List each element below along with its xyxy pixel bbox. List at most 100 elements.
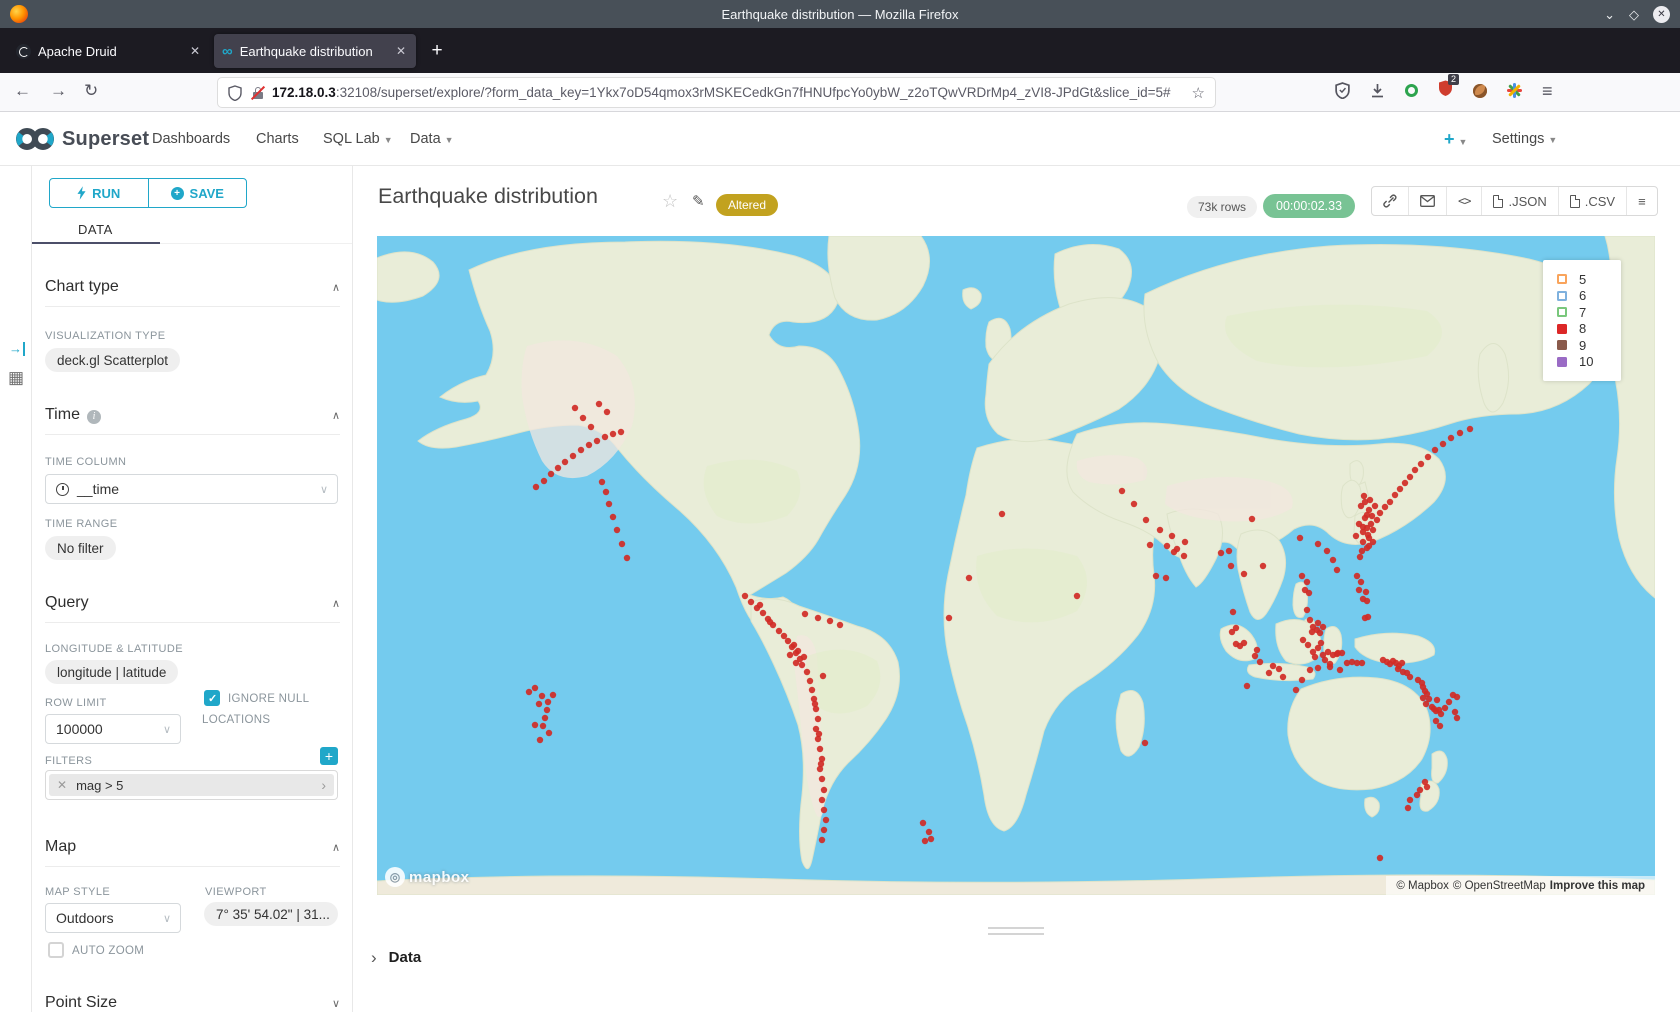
- tab-close-icon[interactable]: ✕: [394, 44, 408, 58]
- osm-attribution-link[interactable]: © OpenStreetMap: [1453, 880, 1546, 892]
- add-new-button[interactable]: +▼: [1444, 112, 1467, 166]
- collapse-panel-icon[interactable]: →: [9, 342, 25, 356]
- view-query-button[interactable]: <>: [1447, 187, 1482, 215]
- world-map: [377, 236, 1655, 895]
- legend-swatch: [1557, 291, 1567, 301]
- row-limit-select[interactable]: 100000 ∨: [45, 714, 181, 744]
- section-time[interactable]: Timei ∧: [45, 406, 340, 424]
- tab-earthquake-distribution[interactable]: ∞ Earthquake distribution ✕: [214, 34, 416, 68]
- time-column-label: TIME COLUMN: [45, 456, 126, 468]
- link-icon: [1383, 194, 1397, 208]
- legend-label: 5: [1579, 272, 1586, 287]
- auto-zoom-checkbox[interactable]: [48, 942, 64, 958]
- improve-map-link[interactable]: Improve this map: [1550, 880, 1645, 892]
- time-column-select[interactable]: __time ∨: [45, 474, 338, 504]
- file-icon: [1493, 195, 1503, 208]
- export-csv-button[interactable]: .CSV: [1559, 187, 1627, 215]
- nav-item-dashboards[interactable]: Dashboards: [152, 112, 230, 166]
- altered-badge[interactable]: Altered: [716, 194, 778, 216]
- mapbox-attribution-link[interactable]: © Mapbox: [1396, 880, 1449, 892]
- email-button[interactable]: [1409, 187, 1447, 215]
- map-style-select[interactable]: Outdoors ∨: [45, 903, 181, 933]
- clock-icon: [56, 483, 69, 496]
- ublock-icon[interactable]: 2: [1438, 80, 1453, 101]
- close-icon[interactable]: ✕: [1653, 6, 1670, 23]
- save-button[interactable]: + SAVE: [148, 179, 247, 207]
- url-bar[interactable]: 172.18.0.3:32108/superset/explore/?form_…: [218, 78, 1215, 107]
- deckgl-map[interactable]: 5678910 ◎ mapbox © Mapbox © OpenStreetMa…: [377, 236, 1655, 895]
- superset-wordmark: Superset: [62, 128, 149, 151]
- legend-swatch: [1557, 357, 1567, 367]
- insecure-lock-icon[interactable]: [252, 86, 264, 100]
- reload-icon[interactable]: ↻: [84, 81, 98, 101]
- cookie-icon[interactable]: [1473, 84, 1487, 98]
- section-map[interactable]: Map∧: [45, 838, 340, 856]
- nav-item-charts[interactable]: Charts: [256, 112, 299, 166]
- mapbox-logo[interactable]: ◎ mapbox: [385, 867, 470, 887]
- legend-label: 9: [1579, 338, 1586, 353]
- chevron-down-icon: ∨: [163, 723, 171, 736]
- export-json-button[interactable]: .JSON: [1482, 187, 1558, 215]
- filter-value: mag > 5: [76, 778, 123, 793]
- time-range-value[interactable]: No filter: [45, 536, 116, 560]
- add-filter-button[interactable]: +: [320, 747, 338, 765]
- filter-field: ✕ mag > 5 ›: [45, 770, 338, 800]
- chevron-right-icon: ›: [371, 949, 377, 966]
- run-button[interactable]: RUN: [50, 179, 148, 207]
- window-titlebar: Earthquake distribution — Mozilla Firefo…: [0, 0, 1680, 28]
- more-actions-icon[interactable]: ≡: [1627, 187, 1657, 215]
- copy-link-button[interactable]: [1372, 187, 1409, 215]
- url-text[interactable]: 172.18.0.3:32108/superset/explore/?form_…: [272, 85, 1184, 100]
- minimize-icon[interactable]: ⌄: [1604, 8, 1615, 21]
- chart-title: Earthquake distribution: [378, 184, 598, 209]
- nav-item-data[interactable]: Data▼: [410, 112, 454, 166]
- viewport-value[interactable]: 7° 35' 54.02" | 31...: [204, 902, 338, 926]
- new-tab-button[interactable]: +: [424, 38, 450, 64]
- superset-navbar: Superset Dashboards Charts SQL Lab▼ Data…: [0, 112, 1680, 166]
- ignore-null-checkbox[interactable]: [204, 690, 220, 706]
- tab-label: Apache Druid: [38, 44, 188, 59]
- menu-icon[interactable]: ≡: [1542, 84, 1553, 98]
- chevron-up-icon: ∧: [332, 597, 340, 610]
- data-collapse-row[interactable]: › Data: [371, 949, 421, 966]
- forward-icon[interactable]: →: [50, 81, 67, 101]
- chevron-down-icon: ∨: [332, 997, 340, 1010]
- maximize-icon[interactable]: ◇: [1629, 8, 1639, 21]
- download-icon[interactable]: [1370, 83, 1385, 99]
- pinwheel-extension-icon[interactable]: [1507, 83, 1522, 98]
- legend-swatch: [1557, 324, 1567, 334]
- tab-data[interactable]: DATA: [78, 222, 113, 237]
- tab-close-icon[interactable]: ✕: [188, 44, 202, 58]
- panel-drag-handle[interactable]: [988, 927, 1044, 939]
- favorite-star-icon[interactable]: ☆: [662, 191, 678, 212]
- data-panel-title: Data: [389, 949, 422, 966]
- tab-label: Earthquake distribution: [240, 44, 394, 59]
- plus-circle-icon: +: [171, 187, 184, 200]
- datasource-grid-icon[interactable]: ▦: [8, 368, 24, 388]
- superset-logo[interactable]: Superset: [14, 125, 149, 153]
- settings-menu[interactable]: Settings▼: [1492, 112, 1557, 166]
- envelope-icon: [1420, 195, 1435, 207]
- browser-tabbar: Apache Druid ✕ ∞ Earthquake distribution…: [0, 28, 1680, 73]
- info-icon: i: [87, 410, 101, 424]
- tab-apache-druid[interactable]: Apache Druid ✕: [8, 34, 210, 68]
- chevron-down-icon: ▼: [384, 135, 393, 145]
- chevron-down-icon: ▼: [1459, 137, 1468, 147]
- section-chart-type[interactable]: Chart type∧: [45, 278, 340, 296]
- filter-chip[interactable]: ✕ mag > 5 ›: [49, 774, 334, 796]
- tracking-shield-icon[interactable]: [228, 85, 242, 101]
- viz-type-value[interactable]: deck.gl Scatterplot: [45, 348, 180, 372]
- remove-filter-icon[interactable]: ✕: [57, 778, 67, 792]
- bookmark-star-icon[interactable]: ☆: [1192, 84, 1205, 102]
- tampermonkey-icon[interactable]: [1405, 84, 1418, 97]
- edit-icon[interactable]: ✎: [692, 192, 705, 210]
- section-query[interactable]: Query∧: [45, 594, 340, 612]
- expand-filter-icon[interactable]: ›: [321, 777, 326, 793]
- section-point-size[interactable]: Point Size∨: [45, 994, 340, 1012]
- lonlat-value[interactable]: longitude | latitude: [45, 660, 178, 684]
- mapbox-logo-icon: ◎: [385, 867, 405, 887]
- chevron-down-icon: ▼: [1548, 135, 1557, 145]
- nav-item-sql-lab[interactable]: SQL Lab▼: [323, 112, 393, 166]
- pocket-shield-icon[interactable]: [1335, 82, 1350, 99]
- back-icon[interactable]: ←: [14, 81, 31, 101]
